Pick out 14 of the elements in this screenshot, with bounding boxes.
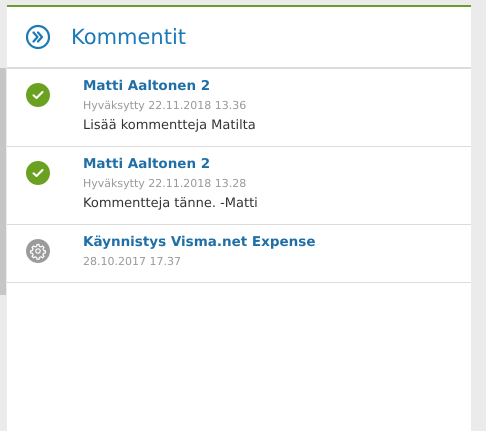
comment-date: Hyväksytty 22.11.2018 13.36 bbox=[83, 98, 248, 114]
collapse-icon[interactable] bbox=[25, 24, 51, 50]
comment-date: 28.10.2017 17.37 bbox=[83, 254, 182, 270]
gear-icon bbox=[26, 239, 50, 263]
author-name[interactable]: Matti Aaltonen 2 bbox=[83, 77, 256, 96]
scrollbar[interactable] bbox=[0, 68, 6, 295]
comment-text: Lisää kommentteja Matilta bbox=[83, 117, 256, 135]
panel-title: Kommentit bbox=[71, 25, 186, 49]
comment-text: Kommentteja tänne. -Matti bbox=[83, 195, 258, 213]
author-name[interactable]: Käynnistys Visma.net Expense bbox=[83, 233, 316, 252]
check-icon bbox=[26, 83, 50, 107]
comment-date: Hyväksytty 22.11.2018 13.28 bbox=[83, 176, 248, 192]
check-icon bbox=[26, 161, 50, 185]
author-name[interactable]: Matti Aaltonen 2 bbox=[83, 155, 258, 174]
